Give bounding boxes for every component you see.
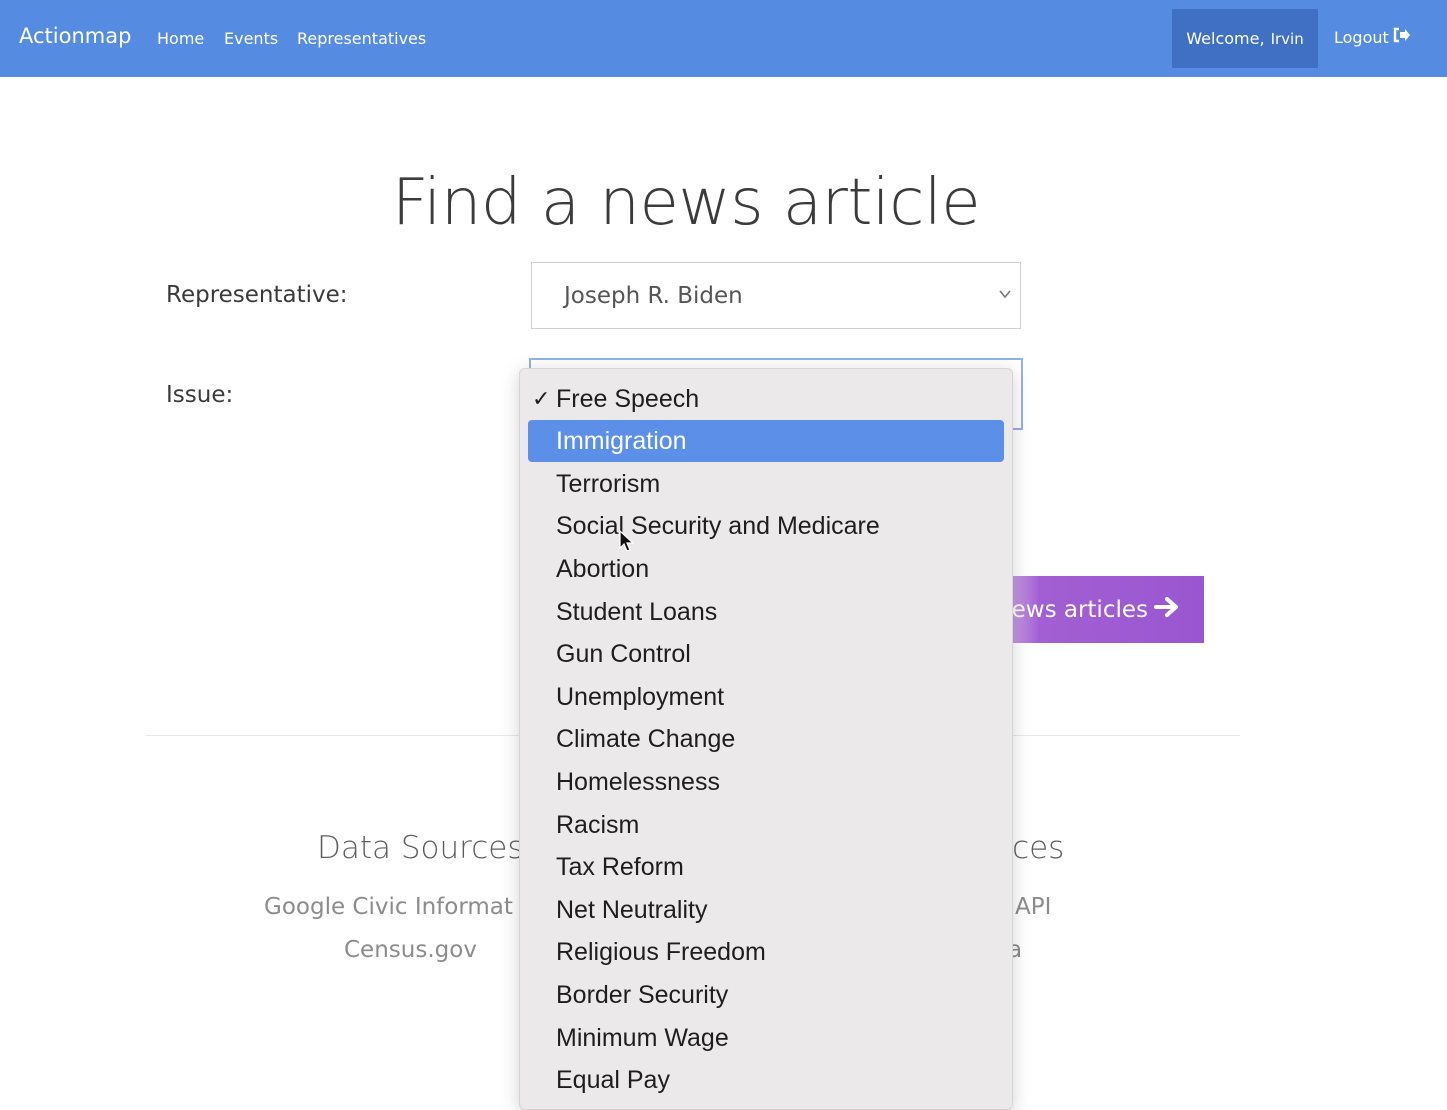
issue-option-label: Gun Control <box>556 639 691 668</box>
issue-option-highlighted[interactable]: Immigration <box>528 420 1004 462</box>
sign-out-icon <box>1393 27 1411 47</box>
username: Irvin <box>1270 29 1304 48</box>
issue-option[interactable]: Climate Change <box>528 718 1004 760</box>
representative-label: Representative: <box>166 282 348 308</box>
issue-option[interactable]: Equal Pay <box>528 1059 1004 1101</box>
issue-option-label: Climate Change <box>556 724 736 753</box>
data-sources-heading: Data Sources <box>317 830 524 866</box>
welcome-user-menu[interactable]: Welcome, Irvin <box>1172 9 1318 68</box>
checkmark-icon: ✓ <box>532 386 551 411</box>
issue-option[interactable]: Religious Freedom <box>528 931 1004 973</box>
navbar: Actionmap Home Events Representatives We… <box>0 0 1447 77</box>
issue-option-label: Religious Freedom <box>556 937 766 966</box>
issue-option-label: Terrorism <box>556 469 661 498</box>
issue-option-label: Racism <box>556 810 640 839</box>
issue-option-label: Abortion <box>556 554 650 583</box>
representative-select[interactable]: Joseph R. Biden <box>531 262 1021 329</box>
search-button-label: ews articles <box>1011 596 1148 623</box>
arrow-right-icon <box>1154 596 1180 624</box>
issue-option[interactable]: Gun Control <box>528 633 1004 675</box>
issue-option-label: Student Loans <box>556 597 718 626</box>
issue-option-label: Free Speech <box>556 384 700 413</box>
issue-option[interactable]: Racism <box>528 804 1004 846</box>
data-source-item[interactable]: Census.gov <box>344 937 477 963</box>
nav-home-link[interactable]: Home <box>157 29 204 48</box>
issue-option-label: Border Security <box>556 980 729 1009</box>
nav-representatives-link[interactable]: Representatives <box>297 29 426 48</box>
issue-option[interactable]: Terrorism <box>528 463 1004 505</box>
issue-option-label: Minimum Wage <box>556 1023 729 1052</box>
issue-option[interactable]: Net Neutrality <box>528 889 1004 931</box>
issue-option[interactable]: Unemployment <box>528 676 1004 718</box>
issue-option[interactable]: Minimum Wage <box>528 1017 1004 1059</box>
issue-option-label: Social Security and Medicare <box>556 511 880 540</box>
mouse-cursor-icon <box>619 530 635 552</box>
issue-option[interactable]: Border Security <box>528 974 1004 1016</box>
issue-option-label: Immigration <box>556 426 687 455</box>
issue-option-label: Unemployment <box>556 682 725 711</box>
issue-option-label: Net Neutrality <box>556 895 708 924</box>
issue-option-label: Homelessness <box>556 767 720 796</box>
issue-option[interactable]: Abortion <box>528 548 1004 590</box>
issue-option[interactable]: Homelessness <box>528 761 1004 803</box>
issue-option[interactable]: Social Security and Medicare <box>528 505 1004 547</box>
logout-label: Logout <box>1334 27 1389 47</box>
page-title: Find a news article <box>391 166 981 240</box>
issue-option[interactable]: ✓ Free Speech <box>528 378 1004 420</box>
data-source-item[interactable]: Google Civic Informat <box>264 894 513 920</box>
issue-option[interactable]: Tax Reform <box>528 846 1004 888</box>
issue-option-label: Equal Pay <box>556 1065 670 1094</box>
issue-dropdown-menu: ✓ Free Speech Immigration Terrorism Soci… <box>519 368 1013 1110</box>
issue-option-label: Tax Reform <box>556 852 684 881</box>
representative-selected-value: Joseph R. Biden <box>564 283 743 309</box>
logout-link[interactable]: Logout <box>1334 27 1411 47</box>
chevron-down-icon <box>999 290 1011 299</box>
welcome-label: Welcome, <box>1186 29 1265 48</box>
brand-link[interactable]: Actionmap <box>19 24 131 48</box>
nav-events-link[interactable]: Events <box>224 29 278 48</box>
issue-label: Issue: <box>166 382 234 408</box>
issue-option[interactable]: Student Loans <box>528 591 1004 633</box>
